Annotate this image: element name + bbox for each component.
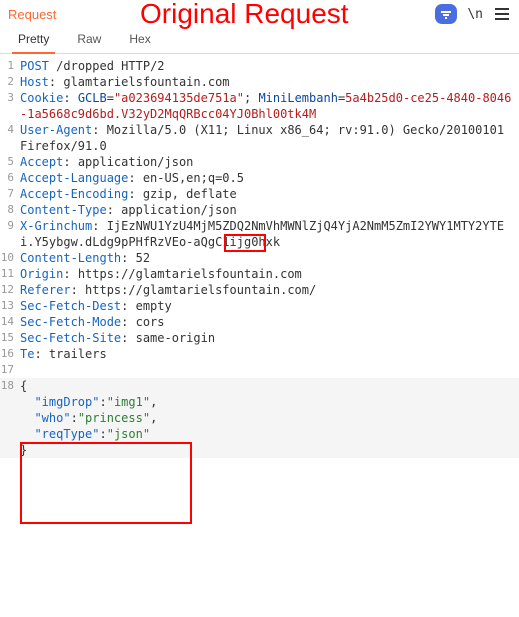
- header-actions: \n: [435, 4, 511, 24]
- line-number: 9: [0, 218, 20, 234]
- panel-header: Request Original Request \n: [0, 0, 519, 24]
- line-number: 18: [0, 378, 20, 394]
- line-number: 4: [0, 122, 20, 138]
- header-sec-fetch-mode: Sec-Fetch-Mode: cors: [20, 314, 519, 330]
- line-number: 2: [0, 74, 20, 90]
- line-number: 3: [0, 90, 20, 106]
- request-line: POST /dropped HTTP/2: [20, 58, 519, 74]
- header-sec-fetch-site: Sec-Fetch-Site: same-origin: [20, 330, 519, 346]
- tab-hex[interactable]: Hex: [123, 28, 156, 53]
- header-accept-encoding: Accept-Encoding: gzip, deflate: [20, 186, 519, 202]
- line-number: 16: [0, 346, 20, 362]
- header-content-length: Content-Length: 52: [20, 250, 519, 266]
- line-number: 14: [0, 314, 20, 330]
- tab-pretty[interactable]: Pretty: [12, 28, 55, 54]
- header-accept: Accept: application/json: [20, 154, 519, 170]
- line-number: 6: [0, 170, 20, 186]
- hamburger-menu-icon[interactable]: [493, 6, 511, 22]
- line-number: 5: [0, 154, 20, 170]
- header-user-agent: User-Agent: Mozilla/5.0 (X11; Linux x86_…: [20, 122, 519, 154]
- line-number: 1: [0, 58, 20, 74]
- line-number: 15: [0, 330, 20, 346]
- header-x-grinchum: X-Grinchum: IjEzNWU1YzU4MjM5ZDQ2NmVhMWNl…: [20, 218, 519, 250]
- line-number: 7: [0, 186, 20, 202]
- line-number: 11: [0, 266, 20, 282]
- request-body: { "imgDrop":"img1", "who":"princess", "r…: [20, 378, 519, 458]
- header-sec-fetch-dest: Sec-Fetch-Dest: empty: [20, 298, 519, 314]
- header-accept-language: Accept-Language: en-US,en;q=0.5: [20, 170, 519, 186]
- header-referer: Referer: https://glamtarielsfountain.com…: [20, 282, 519, 298]
- escape-chars-toggle[interactable]: \n: [467, 7, 483, 22]
- http-editor[interactable]: 1POST /dropped HTTP/2 2Host: glamtariels…: [0, 54, 519, 462]
- panel-title: Request: [8, 7, 56, 22]
- line-number: 8: [0, 202, 20, 218]
- line-number: 10: [0, 250, 20, 266]
- header-content-type: Content-Type: application/json: [20, 202, 519, 218]
- line-number: 13: [0, 298, 20, 314]
- line-number: 17: [0, 362, 20, 378]
- header-cookie: Cookie: GCLB="a023694135de751a"; MiniLem…: [20, 90, 519, 122]
- tab-raw[interactable]: Raw: [71, 28, 107, 53]
- annotation-original-request: Original Request: [140, 0, 349, 30]
- header-te: Te: trailers: [20, 346, 519, 362]
- header-host: Host: glamtarielsfountain.com: [20, 74, 519, 90]
- line-number: 12: [0, 282, 20, 298]
- header-origin: Origin: https://glamtarielsfountain.com: [20, 266, 519, 282]
- actions-target-icon[interactable]: [435, 4, 457, 24]
